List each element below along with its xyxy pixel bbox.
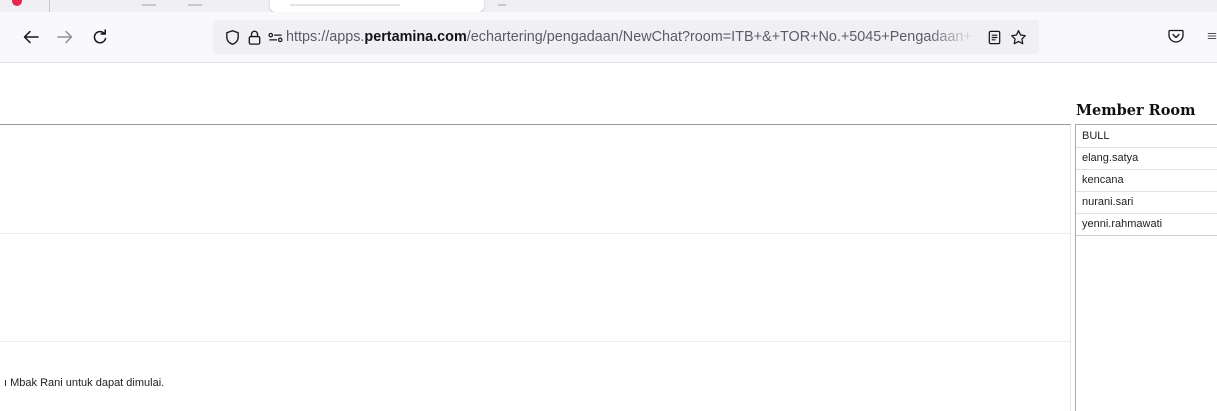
chat-message-text: ı Mbak Rani untuk dapat dimulai. bbox=[4, 377, 165, 389]
reload-button[interactable] bbox=[89, 26, 111, 48]
tab-separator bbox=[49, 0, 50, 12]
member-item[interactable]: elang.satya bbox=[1076, 148, 1217, 170]
member-item[interactable]: BULL bbox=[1076, 125, 1217, 148]
url-text[interactable]: https://apps.pertamina.com/echartering/p… bbox=[286, 29, 976, 46]
shield-icon bbox=[225, 29, 239, 45]
lock-icon bbox=[248, 30, 260, 45]
tab-title-fragment bbox=[290, 4, 400, 6]
chat-message-row bbox=[0, 233, 1070, 342]
tracking-protection-button[interactable] bbox=[223, 28, 241, 46]
back-button[interactable] bbox=[20, 26, 42, 48]
url-path: /echartering/pengadaan/NewChat?room=ITB+… bbox=[466, 29, 976, 45]
site-security-button[interactable] bbox=[245, 28, 263, 46]
pocket-button[interactable] bbox=[1166, 26, 1186, 46]
hamburger-menu-icon bbox=[1207, 33, 1217, 39]
url-scheme: https://apps. bbox=[286, 29, 365, 45]
url-host: pertamina.com bbox=[364, 29, 467, 45]
member-item[interactable]: kencana bbox=[1076, 170, 1217, 192]
navigation-toolbar: https://apps.pertamina.com/echartering/p… bbox=[0, 12, 1217, 63]
tab-favicon-icon bbox=[12, 0, 22, 6]
app-menu-button[interactable] bbox=[1207, 26, 1217, 46]
star-icon bbox=[1010, 29, 1026, 44]
tab-title-fragment bbox=[188, 4, 202, 6]
arrow-left-icon bbox=[23, 30, 39, 44]
arrow-right-icon bbox=[57, 30, 73, 44]
reader-view-button[interactable] bbox=[985, 28, 1003, 46]
url-bar[interactable]: https://apps.pertamina.com/echartering/p… bbox=[213, 20, 1039, 54]
active-tab[interactable] bbox=[270, 0, 484, 12]
tab-strip bbox=[0, 0, 1217, 12]
pocket-icon bbox=[1168, 29, 1184, 43]
member-room-list: BULL elang.satya kencana nurani.sari yen… bbox=[1075, 124, 1217, 411]
member-item[interactable]: yenni.rahmawati bbox=[1076, 214, 1217, 236]
forward-button[interactable] bbox=[54, 26, 76, 48]
permissions-icon bbox=[267, 32, 283, 42]
reload-icon bbox=[93, 29, 107, 44]
reader-view-icon bbox=[988, 30, 1000, 44]
permissions-button[interactable] bbox=[266, 28, 284, 46]
member-room-title: Member Room bbox=[1076, 102, 1196, 119]
chat-messages-area: ı Mbak Rani untuk dapat dimulai. bbox=[0, 124, 1071, 411]
bookmark-button[interactable] bbox=[1009, 28, 1027, 46]
member-item[interactable]: nurani.sari bbox=[1076, 192, 1217, 214]
tab-title-fragment bbox=[142, 4, 156, 6]
chat-message-row bbox=[0, 125, 1070, 234]
tab-title-fragment bbox=[498, 4, 506, 6]
